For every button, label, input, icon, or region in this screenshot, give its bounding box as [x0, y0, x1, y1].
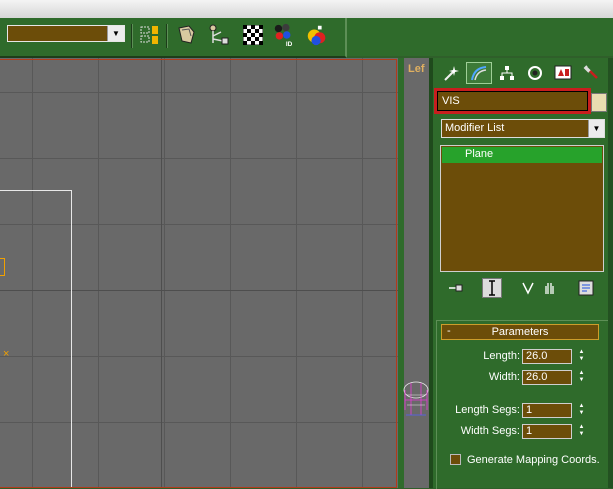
align-icon[interactable] — [138, 23, 162, 47]
command-panel-tabs — [436, 62, 611, 86]
hierarchy-tab[interactable] — [494, 62, 520, 84]
parameters-rollout-header[interactable]: - Parameters — [441, 324, 599, 340]
width-segs-label: Width Segs: — [460, 425, 520, 437]
stack-item-plane[interactable]: Plane — [442, 147, 602, 163]
perspective-viewport[interactable]: × — [0, 58, 398, 488]
length-label: Length: — [483, 350, 520, 362]
generate-mapping-label[interactable]: Generate Mapping Coords. — [467, 454, 600, 466]
width-field[interactable]: 26.0 — [522, 370, 572, 385]
utilities-tab[interactable] — [578, 62, 604, 84]
material-id-icon[interactable]: ID — [272, 23, 296, 48]
length-segs-field[interactable]: 1 — [522, 403, 572, 418]
grid-axis-vertical — [161, 58, 162, 488]
plane-object[interactable] — [0, 190, 72, 488]
width-spinner[interactable]: ▲ ▼ — [577, 370, 586, 385]
toolbar-separator — [166, 24, 168, 48]
schematic-icon[interactable] — [207, 23, 231, 47]
object-color-swatch[interactable] — [591, 93, 607, 112]
remove-modifier-icon[interactable] — [540, 278, 560, 298]
chevron-down-icon[interactable]: ▼ — [588, 120, 604, 137]
main-toolbar: ▼ ID — [0, 18, 347, 58]
modifier-list-label: Modifier List — [445, 122, 505, 134]
configure-modifier-sets-icon[interactable] — [576, 278, 596, 298]
object-name-field[interactable]: VIS — [434, 88, 591, 114]
modifier-list-dropdown[interactable]: Modifier List ▼ — [441, 119, 605, 138]
stack-toolbar — [440, 278, 606, 300]
length-spinner[interactable]: ▲ ▼ — [577, 349, 586, 364]
length-field[interactable]: 26.0 — [522, 349, 572, 364]
title-strip — [0, 0, 613, 19]
toolbar-extension — [347, 18, 613, 56]
pin-stack-icon[interactable] — [446, 278, 466, 298]
panel-scrollbar[interactable] — [608, 58, 613, 488]
parameters-title: Parameters — [491, 326, 549, 338]
create-tab[interactable] — [438, 62, 464, 84]
length-segs-spinner[interactable]: ▲ ▼ — [577, 403, 586, 418]
width-segs-field[interactable]: 1 — [522, 424, 572, 439]
left-viewport-label[interactable]: Lef — [408, 63, 425, 75]
shield-icon[interactable] — [174, 23, 198, 47]
length-segs-label: Length Segs: — [455, 404, 520, 416]
pivot-marker — [0, 258, 5, 276]
teapot-icon — [403, 381, 429, 416]
modifier-stack[interactable]: Plane — [440, 145, 604, 272]
render-teapot-icon[interactable] — [305, 23, 329, 47]
generate-mapping-checkbox[interactable] — [450, 454, 461, 465]
named-selection-dropdown[interactable]: ▼ — [7, 25, 125, 42]
modify-tab[interactable] — [466, 62, 492, 84]
chevron-down-icon[interactable]: ▼ — [107, 26, 124, 41]
show-end-result-icon[interactable] — [482, 278, 502, 298]
svg-text:ID: ID — [286, 41, 293, 48]
make-unique-icon[interactable] — [518, 278, 538, 298]
checker-icon[interactable] — [241, 23, 265, 47]
width-segs-spinner[interactable]: ▲ ▼ — [577, 424, 586, 439]
width-label: Width: — [488, 371, 520, 383]
toolbar-separator — [131, 24, 133, 48]
close-icon: × — [3, 348, 10, 360]
motion-tab[interactable] — [522, 62, 548, 84]
display-tab[interactable] — [550, 62, 576, 84]
